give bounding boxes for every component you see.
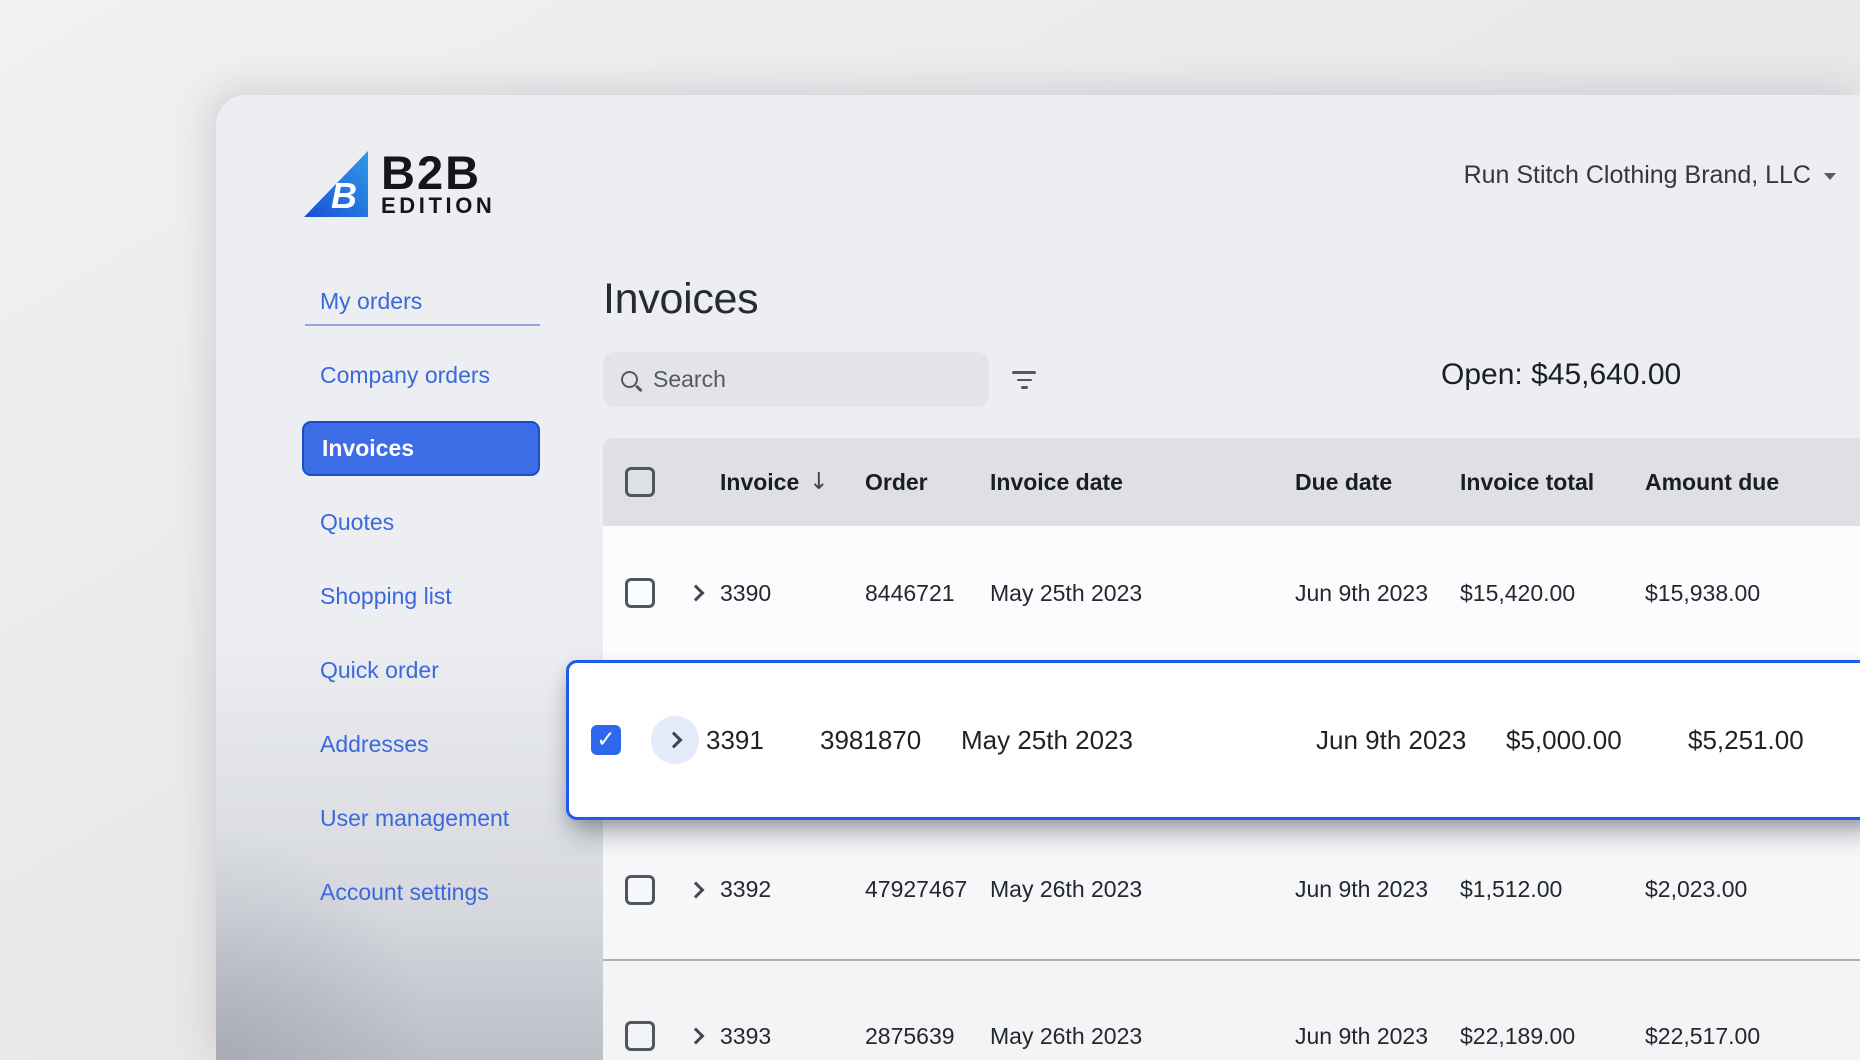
expand-row-button[interactable]: [675, 1030, 720, 1042]
cell-due-date: Jun 9th 2023: [1295, 580, 1460, 607]
checkmark-icon: ✓: [596, 729, 615, 752]
column-header-amount-due[interactable]: Amount due: [1645, 469, 1860, 496]
cell-invoice-total: $15,420.00: [1460, 580, 1645, 607]
table-row[interactable]: 3390 8446721 May 25th 2023 Jun 9th 2023 …: [603, 526, 1860, 660]
row-checkbox[interactable]: [625, 875, 655, 905]
cell-invoice: 3392: [720, 876, 865, 903]
invoices-page: { "brand": { "name": "B2B", "edition": "…: [0, 0, 1860, 1060]
sidebar: My orders Company orders Invoices Quotes…: [216, 95, 603, 1060]
column-header-invoice[interactable]: Invoice ↓: [720, 469, 865, 496]
cell-invoice-date: May 25th 2023: [990, 580, 1295, 607]
sidebar-item-label: Addresses: [320, 731, 429, 758]
cell-invoice-total: $22,189.00: [1460, 1023, 1645, 1050]
chevron-right-icon: [688, 1028, 705, 1045]
column-header-due-date[interactable]: Due date: [1295, 469, 1460, 496]
chevron-right-icon: [665, 732, 682, 749]
page-title: Invoices: [603, 275, 758, 324]
column-header-invoice-date[interactable]: Invoice date: [990, 469, 1295, 496]
sidebar-item-user-management[interactable]: User management: [302, 801, 509, 835]
open-total: Open: $45,640.00: [1441, 358, 1681, 392]
cell-due-date: Jun 9th 2023: [1295, 1023, 1460, 1050]
sidebar-item-label: Company orders: [320, 362, 490, 389]
search-input[interactable]: [653, 366, 971, 393]
expand-row-button[interactable]: [651, 716, 699, 764]
select-all-checkbox[interactable]: [625, 467, 655, 497]
column-header-order[interactable]: Order: [865, 469, 990, 496]
column-header-invoice-total[interactable]: Invoice total: [1460, 469, 1645, 496]
sidebar-item-label: My orders: [320, 288, 422, 315]
cell-order: 47927467: [865, 876, 990, 903]
sidebar-item-quotes[interactable]: Quotes: [302, 505, 394, 539]
cell-amount-due: $15,938.00: [1645, 580, 1860, 607]
sidebar-item-account-settings[interactable]: Account settings: [302, 875, 489, 909]
row-checkbox[interactable]: [625, 1021, 655, 1051]
cell-due-date: Jun 9th 2023: [1316, 725, 1506, 756]
filter-icon: [1012, 371, 1036, 374]
cell-order: 8446721: [865, 580, 990, 607]
open-total-amount: $45,640.00: [1531, 358, 1681, 391]
sidebar-gradient: [216, 630, 603, 1060]
cell-due-date: Jun 9th 2023: [1295, 876, 1460, 903]
main-content: Invoices Open: $45,640.00 Invoice ↓: [603, 95, 1860, 1060]
sidebar-item-my-orders[interactable]: My orders: [302, 284, 422, 318]
open-total-label: Open:: [1441, 358, 1523, 391]
sidebar-item-shopping-list[interactable]: Shopping list: [302, 579, 452, 613]
sidebar-item-company-orders[interactable]: Company orders: [302, 358, 490, 392]
expand-row-button[interactable]: [675, 587, 720, 599]
cell-order: 3981870: [820, 725, 961, 756]
sidebar-item-label: Shopping list: [320, 583, 452, 610]
filter-button[interactable]: [1001, 357, 1047, 403]
cell-amount-due: $2,023.00: [1645, 876, 1860, 903]
sort-descending-icon: ↓: [809, 469, 828, 495]
sidebar-item-addresses[interactable]: Addresses: [302, 727, 429, 761]
cell-amount-due: $22,517.00: [1645, 1023, 1860, 1050]
row-checkbox-checked[interactable]: ✓: [591, 725, 621, 755]
expand-row-button[interactable]: [675, 884, 720, 896]
cell-invoice: 3390: [720, 580, 865, 607]
table-row[interactable]: 3393 2875639 May 26th 2023 Jun 9th 2023 …: [603, 961, 1860, 1060]
chevron-right-icon: [688, 585, 705, 602]
sidebar-item-quick-order[interactable]: Quick order: [302, 653, 439, 687]
sidebar-item-label: Invoices: [322, 435, 414, 462]
cell-invoice: 3393: [720, 1023, 865, 1050]
cell-invoice: 3391: [706, 725, 820, 756]
cell-invoice-date: May 25th 2023: [961, 725, 1316, 756]
sidebar-divider: [305, 324, 540, 326]
table-row[interactable]: 3392 47927467 May 26th 2023 Jun 9th 2023…: [603, 820, 1860, 959]
sidebar-item-invoices[interactable]: Invoices: [302, 421, 540, 476]
cell-invoice-date: May 26th 2023: [990, 876, 1295, 903]
sidebar-item-label: Quotes: [320, 509, 394, 536]
cell-invoice-date: May 26th 2023: [990, 1023, 1295, 1050]
search-icon: [621, 371, 638, 388]
cell-amount-due: $5,251.00: [1688, 725, 1860, 756]
search-box: [603, 352, 989, 407]
sidebar-item-label: Quick order: [320, 657, 439, 684]
chevron-right-icon: [688, 881, 705, 898]
row-checkbox[interactable]: [625, 578, 655, 608]
cell-invoice-total: $5,000.00: [1506, 725, 1688, 756]
sidebar-item-label: Account settings: [320, 879, 489, 906]
cell-invoice-total: $1,512.00: [1460, 876, 1645, 903]
cell-order: 2875639: [865, 1023, 990, 1050]
app-card: B B2B EDITION Run Stitch Clothing Brand,…: [216, 95, 1860, 1060]
sidebar-item-label: User management: [320, 805, 509, 832]
selected-invoice-row[interactable]: ✓ 3391 3981870 May 25th 2023 Jun 9th 202…: [566, 660, 1860, 820]
invoices-table-header: Invoice ↓ Order Invoice date Due date In…: [603, 438, 1860, 526]
